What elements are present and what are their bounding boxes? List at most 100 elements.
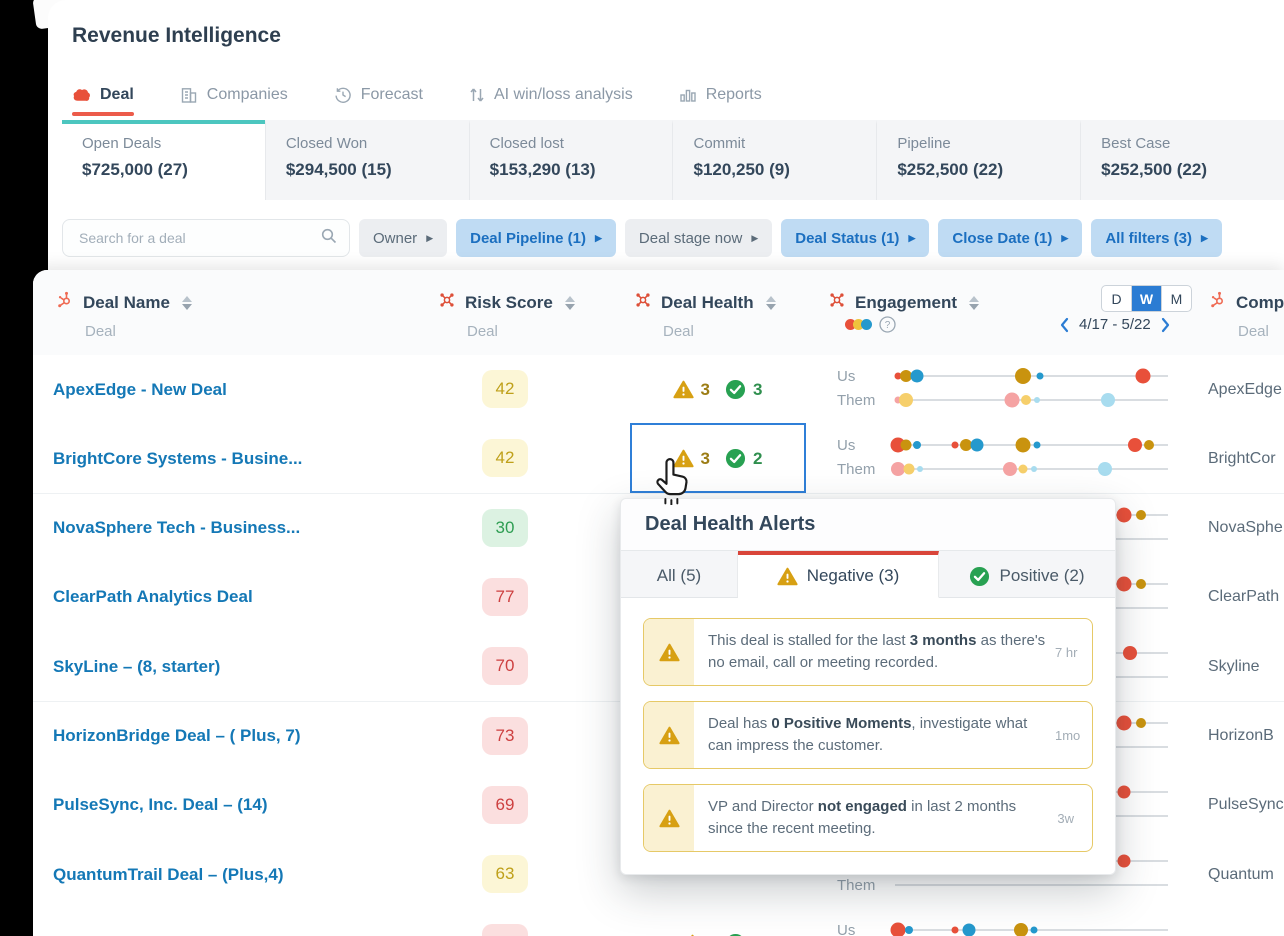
chevron-left-icon[interactable]	[1059, 317, 1070, 333]
caret-icon: ▶	[1201, 232, 1208, 243]
alert-card: This deal is stalled for the last 3 mont…	[643, 618, 1093, 686]
tab-reports[interactable]: Reports	[679, 86, 762, 104]
summary-card-pipeline[interactable]: Pipeline $252,500 (22)	[876, 120, 1081, 200]
summary-card-closed-lost[interactable]: Closed lost $153,290 (13)	[468, 120, 673, 200]
filter-deal-pipeline-1[interactable]: Deal Pipeline (1) ▶	[456, 219, 616, 257]
summary-card-closed-won[interactable]: Closed Won $294,500 (15)	[264, 120, 469, 200]
filter-owner[interactable]: Owner ▶	[359, 219, 448, 257]
deal-health-sort-header[interactable]: Deal Health	[633, 290, 776, 315]
filter-deal-stage-now[interactable]: Deal stage now ▶	[624, 219, 773, 257]
revenue-intelligence-app: Revenue Intelligence Deal Companies Foreca…	[0, 0, 1284, 936]
score-icon	[827, 290, 847, 315]
table-header: Deal Name Deal Risk Score Deal Deal Heal…	[33, 270, 1284, 356]
ai-icon	[469, 86, 485, 104]
summary-card-value: $120,250 (9)	[693, 160, 790, 179]
summary-card-commit[interactable]: Commit $120,250 (9)	[672, 120, 877, 200]
popup-alert-list: This deal is stalled for the last 3 mont…	[621, 598, 1115, 874]
engagement-dot	[1018, 464, 1028, 474]
tab-companies[interactable]: Companies	[180, 86, 288, 104]
hubspot-sprocket-icon	[1208, 290, 1228, 315]
company-sort-header[interactable]: Comp	[1208, 290, 1284, 315]
sort-arrows-icon[interactable]	[765, 295, 776, 310]
column-company: Comp Deal	[1208, 290, 1284, 340]
column-title: Deal Name	[83, 292, 170, 312]
risk-score-badge: 73	[482, 716, 528, 755]
tab-label: Deal	[100, 86, 134, 103]
deal-name-link[interactable]: ApexEdge - New Deal	[53, 380, 227, 400]
summary-card-best-case[interactable]: Best Case $252,500 (22)	[1080, 120, 1284, 200]
deal-health-cell[interactable]: 33	[630, 355, 805, 424]
engagement-dot	[951, 441, 959, 449]
svg-text:?: ?	[885, 320, 891, 331]
filter-all-filters-3[interactable]: All filters (3) ▶	[1091, 219, 1222, 257]
sort-arrows-icon[interactable]	[969, 295, 980, 310]
engagement-dot	[900, 439, 912, 451]
popup-tab-label: Positive (2)	[999, 566, 1085, 585]
engagement-dot	[1116, 507, 1132, 523]
summary-card-open-deals[interactable]: Open Deals $725,000 (27)	[62, 120, 265, 200]
engagement-them-timeline	[894, 392, 1168, 408]
deal-name-link[interactable]: BrightCore Systems - Busine...	[53, 449, 302, 469]
deal-search-box	[62, 219, 350, 257]
tab-deal[interactable]: Deal	[72, 86, 134, 116]
header-card: Revenue Intelligence Deal Companies Foreca…	[48, 0, 1284, 271]
company-name: HorizonB	[1208, 727, 1274, 744]
risk-score-sort-header[interactable]: Risk Score	[437, 290, 575, 315]
deal-name-link[interactable]: QuantumTrail Deal – (Plus,4)	[53, 865, 284, 885]
popup-tab-negative-3[interactable]: Negative (3)	[738, 551, 939, 598]
tab-forecast[interactable]: Forecast	[334, 86, 423, 104]
engagement-dot	[1030, 926, 1038, 934]
engagement-dot	[1117, 854, 1131, 868]
granularity-m[interactable]: M	[1161, 286, 1191, 311]
column-title: Comp	[1236, 292, 1284, 312]
page-title: Revenue Intelligence	[72, 24, 281, 47]
engagement-them-timeline	[890, 462, 1168, 477]
search-input[interactable]	[77, 229, 321, 247]
alert-body: This deal is stalled for the last 3 mont…	[694, 619, 1092, 685]
deal-health-cell[interactable]	[630, 909, 805, 936]
deal-name-link[interactable]: HorizonBridge Deal – ( Plus, 7)	[53, 726, 301, 746]
engagement-us-timeline	[894, 368, 1168, 384]
engagement-dot	[1135, 578, 1146, 589]
engagement-dot	[1116, 715, 1132, 730]
deal-name-link[interactable]: ClearPath Analytics Deal	[53, 587, 253, 607]
column-deal-name: Deal Name Deal	[55, 290, 192, 340]
date-range-label: 4/17 - 5/22	[1079, 316, 1151, 333]
sort-arrows-icon[interactable]	[181, 295, 192, 310]
deal-name-link[interactable]: NovaSphere Tech - Business...	[53, 518, 300, 538]
warning-icon	[672, 380, 694, 399]
column-subtitle: Deal	[1238, 323, 1269, 340]
chevron-right-icon[interactable]	[1160, 317, 1171, 333]
engagement-us-label: Us	[837, 368, 856, 385]
engagement-us-label: Us	[837, 922, 856, 936]
deal-name-link[interactable]: SkyLine – (8, starter)	[53, 657, 220, 677]
tab-label: Forecast	[360, 86, 423, 103]
sort-arrows-icon[interactable]	[564, 295, 575, 310]
popup-tab-all-5[interactable]: All (5)	[621, 551, 738, 598]
engagement-dot	[1033, 441, 1041, 449]
alert-body: VP and Director not engaged in last 2 mo…	[694, 785, 1092, 851]
check-icon	[969, 566, 990, 587]
alert-card: VP and Director not engaged in last 2 mo…	[643, 784, 1093, 852]
popup-tab-positive-2[interactable]: Positive (2)	[939, 551, 1115, 598]
filter-close-date-1[interactable]: Close Date (1) ▶	[938, 219, 1083, 257]
column-risk-score: Risk Score Deal	[437, 290, 575, 340]
granularity-w[interactable]: W	[1131, 286, 1161, 311]
summary-card-value: $153,290 (13)	[489, 160, 596, 179]
engagement-dot	[1135, 368, 1151, 384]
company-name: PulseSync	[1208, 796, 1284, 814]
warning-icon	[644, 785, 694, 851]
filter-bar: Owner▶Deal Pipeline (1)▶Deal stage now▶D…	[62, 219, 1222, 257]
filter-deal-status-1[interactable]: Deal Status (1) ▶	[781, 219, 930, 257]
engagement-dot	[1116, 576, 1132, 592]
help-question-icon[interactable]: ?	[879, 316, 896, 333]
column-deal-health: Deal Health Deal	[633, 290, 776, 340]
engagement-sort-header[interactable]: Engagement	[827, 290, 980, 315]
engagement-dot	[1002, 462, 1017, 477]
granularity-d[interactable]: D	[1102, 286, 1131, 311]
deal-name-link[interactable]: PulseSync, Inc. Deal – (14)	[53, 795, 267, 815]
column-subtitle: Deal	[663, 323, 694, 340]
tab-ai-win-loss-analysis[interactable]: AI win/loss analysis	[469, 86, 633, 104]
deal-name-sort-header[interactable]: Deal Name	[55, 290, 192, 315]
hubspot-sprocket-icon	[55, 290, 75, 315]
